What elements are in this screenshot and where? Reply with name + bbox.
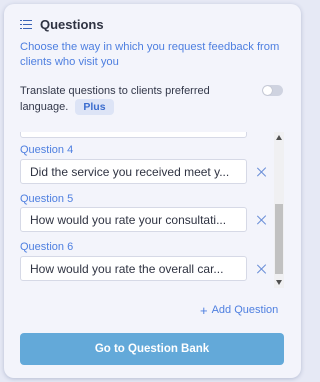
- add-question-label: Add Question: [211, 304, 279, 316]
- scroll-up-arrow-icon[interactable]: [276, 135, 282, 140]
- question-field[interactable]: How would you rate your consultati...: [20, 207, 247, 232]
- questions-list[interactable]: Question 4 Did the service you received …: [20, 132, 285, 288]
- close-icon[interactable]: [256, 214, 268, 226]
- questions-scrollbar[interactable]: [274, 132, 284, 288]
- scroll-down-arrow-icon[interactable]: [276, 280, 282, 285]
- plus-badge: Plus: [75, 99, 114, 115]
- question-label: Question 5: [20, 193, 74, 205]
- question-field[interactable]: Did the service you received meet y...: [20, 159, 247, 184]
- add-question-link[interactable]: + Add Question: [200, 302, 279, 318]
- panel-title: Questions: [40, 17, 104, 32]
- close-icon[interactable]: [256, 263, 268, 275]
- go-to-question-bank-button[interactable]: Go to Question Bank: [20, 333, 284, 365]
- translate-setting: Translate questions to clients preferred…: [20, 83, 285, 115]
- close-icon[interactable]: [256, 166, 268, 178]
- plus-icon: +: [200, 302, 208, 318]
- question-label: Question 6: [20, 241, 74, 253]
- scroll-thumb[interactable]: [275, 204, 283, 274]
- translate-label-line1: Translate questions to clients preferred: [20, 85, 210, 97]
- translate-toggle[interactable]: [262, 85, 283, 96]
- panel-subtitle: Choose the way in which you request feed…: [20, 41, 280, 68]
- question-label: Question 4: [20, 144, 74, 156]
- list-icon: [20, 19, 32, 30]
- translate-label-line2: language.: [20, 101, 69, 113]
- question-field-partial[interactable]: [20, 132, 247, 138]
- panel-header: Questions: [20, 17, 104, 32]
- question-field[interactable]: How would you rate the overall car...: [20, 256, 247, 281]
